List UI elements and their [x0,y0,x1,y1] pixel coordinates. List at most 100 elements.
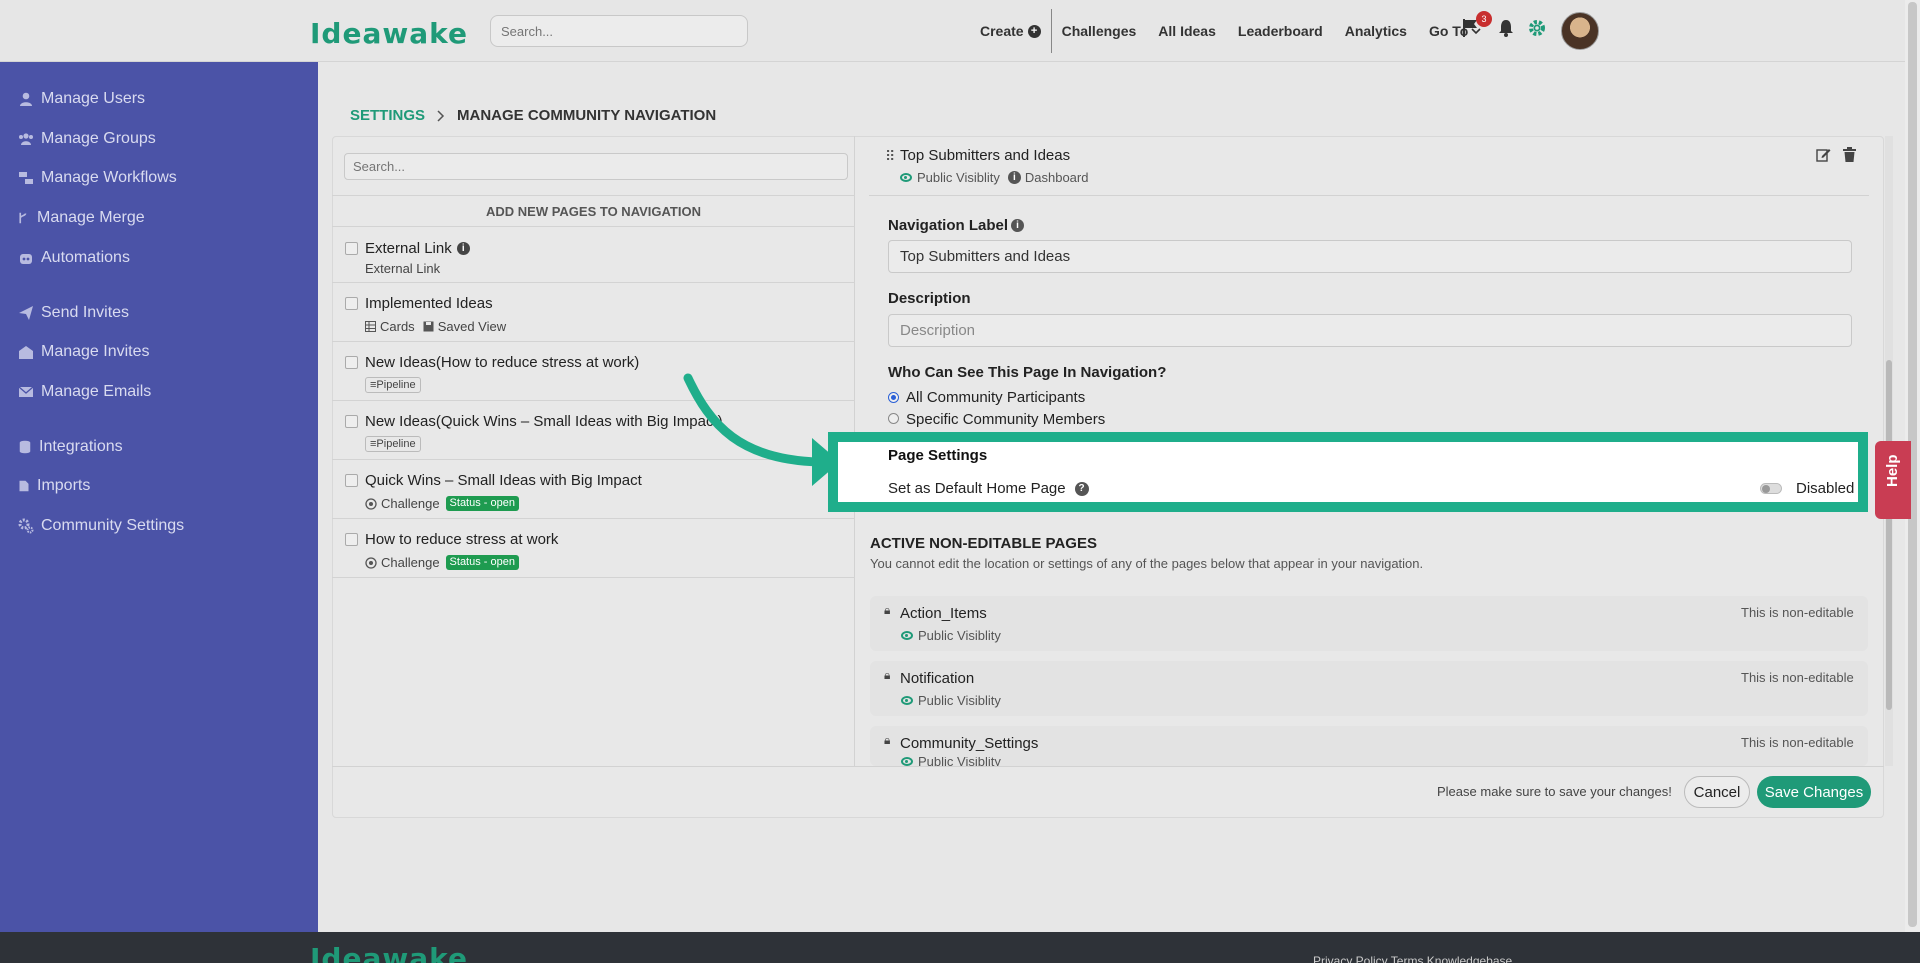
merge-icon [19,212,27,224]
lock-icon: 🔒︎ [884,733,891,747]
page-settings-title: Page Settings [888,447,988,464]
sidebar-item-manage-groups[interactable]: Manage Groups [18,130,156,148]
lock-icon: 🔒︎ [884,603,891,617]
page-checkbox[interactable] [345,474,358,487]
create-menu[interactable]: Create + [980,9,1052,53]
bell-icon[interactable] [1497,18,1515,38]
footer-logo[interactable]: Ideawake [310,942,468,963]
top-navbar: Ideawake Create + Challenges All Ideas L… [0,0,1920,62]
cogs-icon [18,518,34,534]
site-footer [0,932,1920,963]
toggle-state-label: Disabled [1796,480,1855,497]
sidebar-item-manage-invites[interactable]: Manage Invites [18,343,150,361]
global-search-input[interactable] [490,15,748,47]
drag-handle-icon[interactable]: ⠿ [885,148,895,165]
sidebar-item-label: Manage Workflows [41,169,177,186]
non-editable-note: This is non-editable [1741,670,1854,685]
page-title-text: External Link [365,240,452,257]
eye-icon [901,696,913,705]
page-checkbox[interactable] [345,297,358,310]
page-settings-highlight [828,432,1868,512]
sidebar-item-label: Manage Users [41,90,146,107]
trash-icon[interactable] [1843,147,1856,162]
page-type-label: Cards [380,319,415,334]
save-changes-button[interactable]: Save Changes [1757,776,1871,808]
nav-challenges[interactable]: Challenges [1062,23,1137,39]
specific-members-label[interactable]: Specific Community Members [906,411,1105,428]
panel-scrollbar-thumb[interactable] [1886,360,1892,710]
eye-icon [901,631,913,640]
list-item: External Link i External Link [332,228,855,283]
user-icon [20,92,32,106]
info-icon[interactable]: i [1011,219,1025,232]
status-badge: Status - open [445,496,519,511]
sidebar-item-integrations[interactable]: Integrations [18,438,123,456]
users-icon [19,133,33,145]
all-participants-label[interactable]: All Community Participants [906,389,1085,406]
description-input[interactable] [888,314,1852,347]
nav-leaderboard[interactable]: Leaderboard [1238,23,1323,39]
pages-search-input[interactable] [344,153,848,180]
ideawake-logo[interactable]: Ideawake [310,17,468,50]
sidebar-item-label: Send Invites [41,304,130,321]
sidebar-item-imports[interactable]: Imports [18,477,90,495]
sidebar-item-manage-workflows[interactable]: Manage Workflows [18,169,177,187]
help-tab[interactable]: Help [1875,441,1911,519]
list-item: Implemented Ideas Cards Saved View [332,284,855,342]
page-title-row: External Link i [365,240,470,257]
sidebar-item-label: Manage Emails [41,383,152,400]
pipeline-tag: ≡Pipeline [365,436,421,452]
page-checkbox[interactable] [345,533,358,546]
gear-icon[interactable] [1527,18,1547,38]
specific-members-radio[interactable] [888,413,899,424]
sidebar-item-automations[interactable]: Automations [18,249,130,267]
all-participants-radio[interactable] [888,392,899,403]
footer-links[interactable]: Privacy Policy Terms Knowledgebase [1313,954,1512,963]
info-icon[interactable]: i [456,242,470,255]
user-avatar[interactable] [1561,12,1599,50]
sidebar-item-label: Manage Invites [41,343,150,360]
page-title-text: New Ideas(Quick Wins – Small Ideas with … [365,413,723,430]
lock-icon: 🔒︎ [884,668,891,682]
envelope-open-icon [19,346,33,359]
eye-icon [901,757,913,766]
help-label: Help [1884,454,1901,487]
navigation-label-text: Navigation Label [888,217,1009,234]
sidebar-item-label: Community Settings [41,517,185,534]
plus-circle-icon: + [1027,24,1041,38]
active-pages-description: You cannot edit the location or settings… [870,556,1424,571]
sidebar-item-label: Manage Merge [37,209,145,226]
cancel-button[interactable]: Cancel [1684,776,1750,808]
sidebar-item-send-invites[interactable]: Send Invites [18,304,129,322]
non-editable-title: Action_Items [900,605,987,622]
sidebar-item-community-settings[interactable]: Community Settings [18,517,184,535]
navigation-label-heading: Navigation Label i [888,217,1025,234]
sidebar-item-manage-merge[interactable]: Manage Merge [18,209,145,227]
default-home-page-toggle[interactable] [1760,483,1782,494]
page-checkbox[interactable] [345,415,358,428]
pipeline-tag: ≡Pipeline [365,377,421,393]
save-icon [423,321,434,332]
page-checkbox[interactable] [345,356,358,369]
info-icon: i [1007,171,1021,184]
nav-all-ideas[interactable]: All Ideas [1158,23,1216,39]
page-checkbox[interactable] [345,242,358,255]
page-subtitle: Challenge Status - open [365,496,519,511]
pipeline-label: Pipeline [376,438,416,450]
target-icon [365,497,377,510]
breadcrumb-settings-link[interactable]: SETTINGS [350,107,425,124]
add-new-pages-heading: ADD NEW PAGES TO NAVIGATION [332,195,855,227]
sidebar-item-manage-users[interactable]: Manage Users [18,90,145,108]
sidebar-item-label: Automations [41,249,130,266]
visibility-label: Public Visiblity [918,693,1001,708]
page-title: MANAGE COMMUNITY NAVIGATION [457,107,717,124]
default-home-page-row: Set as Default Home Page ? [888,480,1089,497]
question-icon[interactable]: ? [1074,481,1089,496]
edit-icon[interactable] [1816,147,1831,162]
nav-analytics[interactable]: Analytics [1345,23,1407,39]
visibility-label: Public Visiblity [917,170,1000,185]
sidebar-item-manage-emails[interactable]: Manage Emails [18,383,151,401]
navigation-label-input[interactable] [888,240,1852,273]
top-nav-links: Create + Challenges All Ideas Leaderboar… [980,0,1503,62]
page-subtitle: Cards Saved View [365,319,506,334]
